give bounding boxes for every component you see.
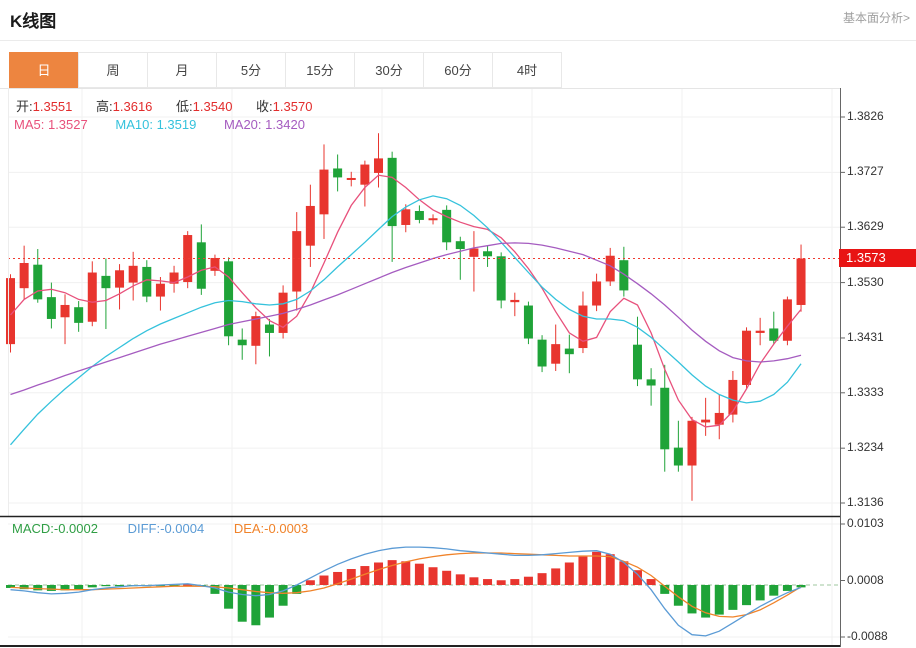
y-axis-label: 1.3333 bbox=[847, 385, 884, 399]
macd-legend: MACD:-0.0002 DIFF:-0.0004 DEA:-0.0003 bbox=[12, 521, 334, 536]
ma5-value: MA5: 1.3527 bbox=[14, 117, 88, 132]
y-axis-label: 1.3629 bbox=[847, 219, 884, 233]
ma10-value: MA10: 1.3519 bbox=[115, 117, 196, 132]
y-axis-label: 0.0008 bbox=[847, 573, 884, 587]
current-price-tag: 1.3573 bbox=[839, 249, 916, 267]
y-axis-label: 1.3136 bbox=[847, 495, 884, 509]
diff-value: DIFF:-0.0004 bbox=[128, 521, 205, 536]
macd-value: MACD:-0.0002 bbox=[12, 521, 98, 536]
kline-chart-panel: K线图 基本面分析> 日周月5分15分30分60分4时 开:1.3551 高:1… bbox=[0, 0, 916, 648]
ohlc-legend: 开:1.3551 高:1.3616 低:1.3540 收:1.3570 bbox=[16, 96, 332, 115]
open-value: 开:1.3551 bbox=[16, 99, 72, 114]
y-axis-label: -0.0088 bbox=[847, 629, 888, 643]
y-axis-label: 1.3727 bbox=[847, 164, 884, 178]
high-value: 高:1.3616 bbox=[96, 99, 152, 114]
dea-value: DEA:-0.0003 bbox=[234, 521, 308, 536]
ma20-value: MA20: 1.3420 bbox=[224, 117, 305, 132]
close-value: 收:1.3570 bbox=[256, 99, 312, 114]
y-axis-label: 0.0103 bbox=[847, 516, 884, 530]
y-axis-label: 1.3234 bbox=[847, 440, 884, 454]
y-axis-label: 1.3431 bbox=[847, 330, 884, 344]
ma-legend: MA5: 1.3527 MA10: 1.3519 MA20: 1.3420 bbox=[14, 117, 329, 132]
y-axis-label: 1.3826 bbox=[847, 109, 884, 123]
y-axis-label: 1.3530 bbox=[847, 275, 884, 289]
low-value: 低:1.3540 bbox=[176, 99, 232, 114]
